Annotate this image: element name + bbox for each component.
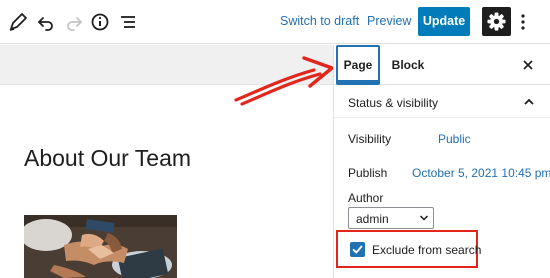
info-icon[interactable]	[88, 10, 112, 34]
status-visibility-panel-header[interactable]: Status & visibility	[334, 86, 550, 118]
exclude-from-search-highlight: Exclude from search	[336, 230, 481, 268]
visibility-label: Visibility	[348, 132, 392, 146]
gear-icon	[487, 12, 506, 31]
exclude-from-search-label[interactable]: Exclude from search	[372, 243, 481, 257]
undo-icon[interactable]	[34, 10, 58, 34]
close-icon[interactable]	[520, 57, 536, 73]
sidebar-tabs: Page Block	[334, 45, 550, 85]
more-vertical-icon[interactable]	[516, 10, 530, 34]
editor-toolbar: Switch to draft Preview Update	[0, 0, 550, 44]
tab-block[interactable]: Block	[390, 45, 426, 85]
exclude-from-search-checkbox[interactable]	[350, 242, 365, 257]
author-select-value: admin	[356, 212, 389, 226]
publish-date-link[interactable]: October 5, 2021 10:45 pm	[412, 166, 550, 180]
settings-sidebar: Page Block Status & visibility Visibilit…	[333, 45, 550, 278]
author-label: Author	[348, 191, 384, 205]
update-button[interactable]: Update	[418, 7, 470, 36]
settings-button[interactable]	[482, 7, 511, 36]
chevron-down-icon	[419, 215, 429, 221]
panel-title: Status & visibility	[348, 96, 439, 110]
switch-to-draft-button[interactable]: Switch to draft	[280, 14, 359, 28]
featured-image[interactable]	[24, 215, 177, 278]
red-arrow-annotation	[234, 56, 334, 106]
preview-button[interactable]: Preview	[367, 14, 411, 28]
pencil-icon[interactable]	[6, 10, 30, 34]
visibility-value-link[interactable]: Public	[438, 132, 471, 146]
chevron-up-icon	[524, 98, 534, 105]
page-title[interactable]: About Our Team	[24, 145, 191, 172]
list-view-icon[interactable]	[116, 10, 140, 34]
tab-page[interactable]: Page	[336, 45, 380, 85]
redo-icon[interactable]	[62, 10, 86, 34]
publish-label: Publish	[348, 166, 388, 180]
checkmark-icon	[352, 245, 363, 254]
author-select[interactable]: admin	[348, 207, 434, 229]
